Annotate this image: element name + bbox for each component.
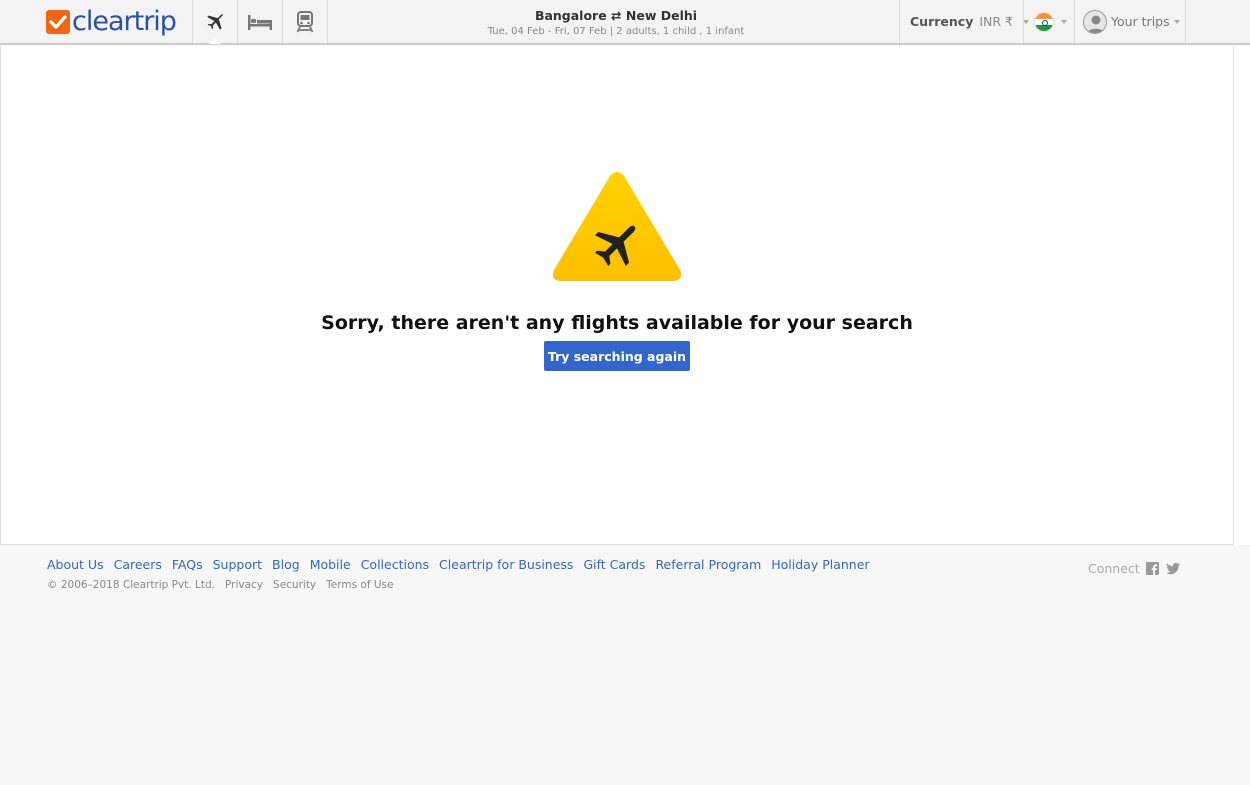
footer-link-blog[interactable]: Blog	[272, 557, 300, 572]
top-header: cleartrip Bangalore ⇄ New Delhi Tue, 04 …	[0, 0, 1250, 45]
footer-link-careers[interactable]: Careers	[114, 557, 162, 572]
results-panel	[0, 46, 1234, 545]
twitter-icon[interactable]	[1165, 562, 1180, 576]
currency-value: INR ₹	[979, 14, 1013, 29]
user-avatar-icon[interactable]	[1083, 10, 1107, 34]
logo-check-icon	[46, 10, 70, 34]
copyright-text: © 2006–2018 Cleartrip Pvt. Ltd.	[47, 579, 215, 591]
facebook-icon[interactable]	[1146, 562, 1160, 576]
header-divider	[1074, 0, 1075, 43]
no-results-message: Sorry, there aren't any flights availabl…	[321, 312, 913, 334]
currency-selector[interactable]: Currency INR ₹	[910, 14, 1029, 29]
footer-link-holiday-planner[interactable]: Holiday Planner	[771, 557, 869, 572]
footer-link-collections[interactable]: Collections	[361, 557, 429, 572]
header-divider	[899, 0, 900, 43]
chevron-down-icon	[1173, 19, 1180, 24]
nav-trains[interactable]	[283, 0, 327, 43]
your-trips-menu[interactable]: Your trips	[1111, 14, 1180, 29]
footer-link-privacy[interactable]: Privacy	[225, 579, 263, 591]
footer-legal: © 2006–2018 Cleartrip Pvt. Ltd. Privacy …	[47, 579, 394, 591]
footer-link-mobile[interactable]: Mobile	[310, 557, 351, 572]
try-searching-again-button[interactable]: Try searching again	[544, 341, 690, 371]
nav-divider	[327, 0, 328, 43]
scroll-gutter	[1233, 46, 1250, 545]
nav-hotels[interactable]	[238, 0, 282, 43]
social-connect: Connect	[1088, 561, 1180, 576]
footer-link-faqs[interactable]: FAQs	[172, 557, 203, 572]
connect-label: Connect	[1088, 561, 1140, 576]
bed-icon	[248, 14, 272, 30]
footer-link-gift-cards[interactable]: Gift Cards	[583, 557, 645, 572]
logo-text: cleartrip	[72, 6, 177, 37]
airplane-icon	[207, 13, 224, 30]
route-title: Bangalore ⇄ New Delhi	[534, 8, 698, 23]
header-divider	[1185, 0, 1186, 43]
search-summary[interactable]: Bangalore ⇄ New Delhi Tue, 04 Feb - Fri,…	[470, 8, 762, 39]
route-details: Tue, 04 Feb - Fri, 07 Feb | 2 adults, 1 …	[487, 26, 745, 37]
footer-link-about-us[interactable]: About Us	[47, 557, 104, 572]
footer-link-support[interactable]: Support	[213, 557, 262, 572]
footer-links: About Us Careers FAQs Support Blog Mobil…	[47, 557, 870, 572]
train-icon	[296, 10, 314, 32]
india-flag-icon[interactable]	[1034, 12, 1054, 32]
currency-label: Currency	[910, 14, 974, 29]
no-flights-warning-icon	[550, 170, 684, 283]
header-divider	[1023, 0, 1024, 43]
your-trips-label: Your trips	[1111, 14, 1170, 29]
footer-link-terms[interactable]: Terms of Use	[326, 579, 393, 591]
nav-flights[interactable]	[193, 0, 237, 44]
footer-link-business[interactable]: Cleartrip for Business	[439, 557, 573, 572]
cleartrip-logo[interactable]: cleartrip	[46, 6, 177, 38]
footer-link-security[interactable]: Security	[273, 579, 316, 591]
chevron-down-icon	[1061, 20, 1067, 24]
footer-link-referral[interactable]: Referral Program	[655, 557, 761, 572]
